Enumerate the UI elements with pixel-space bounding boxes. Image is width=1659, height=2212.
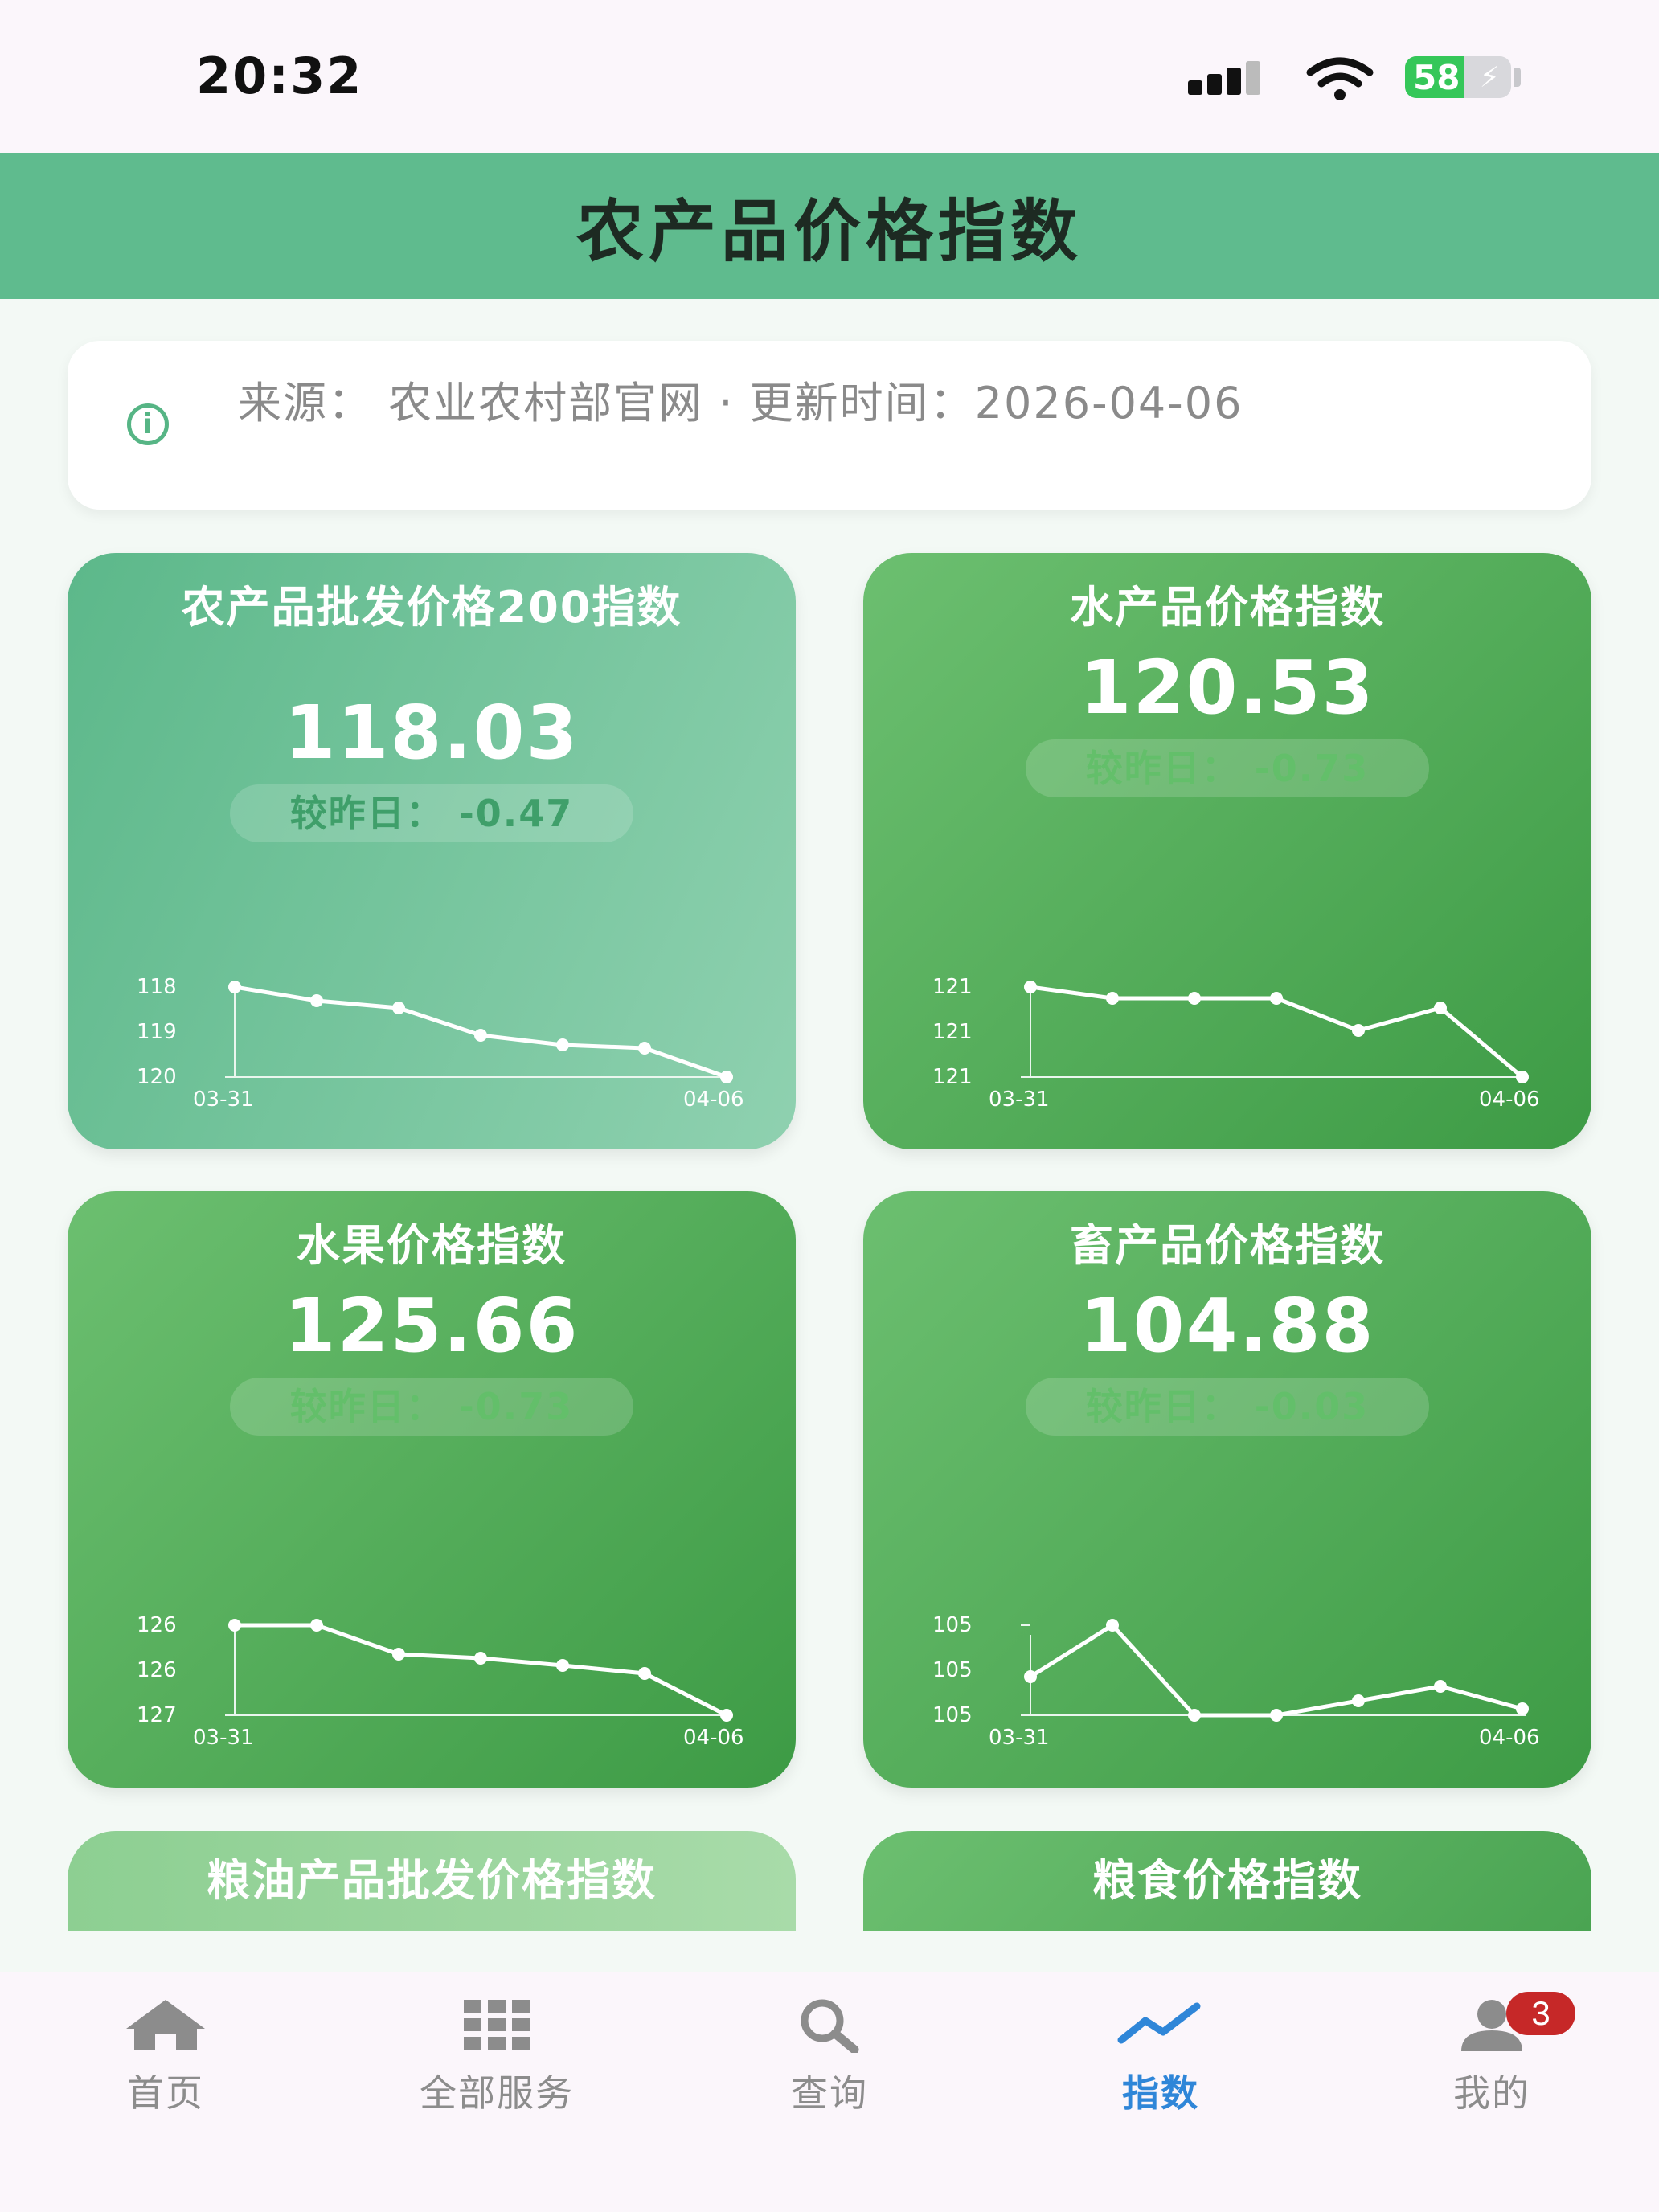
x-tick-label: 03-31 (193, 1088, 254, 1112)
data-point (228, 981, 241, 993)
data-point (720, 1709, 733, 1722)
x-tick-label: 04-06 (1479, 1088, 1540, 1112)
bottom-tab-bar: 首页 全部服务 查询 指数 3 我的 (0, 1972, 1659, 2212)
home-icon (126, 2000, 205, 2050)
data-point (638, 1667, 651, 1680)
data-point (1024, 1670, 1037, 1683)
index-card-fruit[interactable]: 水果价格指数 125.66 较昨日： -0.73 126 126 127 03-… (68, 1191, 796, 1788)
tab-mine[interactable]: 3 我的 (1371, 1992, 1612, 2117)
data-point (1516, 1071, 1529, 1083)
wifi-icon (1306, 57, 1374, 100)
data-point (1352, 1024, 1365, 1037)
tab-index[interactable]: 指数 (1040, 1997, 1281, 2117)
data-point (1270, 1709, 1283, 1722)
tab-label: 指数 (1122, 2071, 1199, 2115)
y-tick-label: 121 (932, 975, 973, 999)
data-point (720, 1071, 733, 1083)
y-tick-label: 121 (932, 1065, 973, 1089)
info-icon: i (127, 403, 169, 445)
source-info-card: i 来源： 农业农村部官网 · 更新时间：2026-04-06 (68, 341, 1591, 510)
data-point (1106, 1619, 1119, 1632)
data-point (638, 1042, 651, 1055)
data-point (1352, 1694, 1365, 1707)
x-tick-label: 04-06 (683, 1088, 744, 1112)
data-point (1106, 992, 1119, 1005)
trend-icon (1117, 2002, 1201, 2044)
y-tick-label: 120 (137, 1065, 177, 1089)
index-card-livestock[interactable]: 畜产品价格指数 104.88 较昨日： -0.03 105 105 105 03… (863, 1191, 1591, 1788)
x-tick-label: 03-31 (989, 1088, 1050, 1112)
notification-badge: 3 (1506, 1992, 1575, 2035)
tab-label: 查询 (791, 2071, 868, 2115)
x-tick-label: 03-31 (989, 1726, 1050, 1750)
search-icon (801, 1999, 859, 2053)
y-tick-label: 126 (137, 1658, 177, 1682)
x-tick-label: 04-06 (683, 1726, 744, 1750)
sparkline-series (235, 1623, 728, 1718)
data-point (1270, 992, 1283, 1005)
cellular-signal-icon (1188, 58, 1273, 95)
index-card-grain[interactable]: 粮食价格指数 (863, 1831, 1591, 1931)
source-info-text: 来源： 农业农村部官网 · 更新时间：2026-04-06 (238, 378, 1243, 428)
data-point (310, 994, 323, 1007)
tab-all-services[interactable]: 全部服务 (376, 1997, 617, 2117)
status-bar: 20:32 58 ⚡ (0, 0, 1659, 153)
tab-search[interactable]: 查询 (709, 1997, 950, 2117)
y-tick-label: 105 (932, 1703, 973, 1727)
tab-label: 全部服务 (420, 2071, 574, 2115)
clock: 20:32 (196, 47, 363, 105)
data-point (1024, 981, 1037, 993)
y-tick-label: 121 (932, 1020, 973, 1044)
data-point (310, 1619, 323, 1632)
sparkline-chart: 121 121 121 03-31 04-06 (932, 975, 1540, 1112)
x-tick-label: 03-31 (193, 1726, 254, 1750)
data-point (392, 1648, 405, 1661)
sparkline-chart: 118 119 120 03-31 04-06 (137, 975, 744, 1112)
x-tick-label: 04-06 (1479, 1726, 1540, 1750)
card-title: 粮油产品批发价格指数 (207, 1855, 657, 1906)
y-tick-label: 118 (137, 975, 177, 999)
battery-level: 58 (1413, 58, 1460, 97)
index-card-grain-oil[interactable]: 粮油产品批发价格指数 (68, 1831, 796, 1931)
y-tick-label: 126 (137, 1613, 177, 1637)
battery-icon: 58 ⚡ (1405, 56, 1511, 98)
page-title: 农产品价格指数 (576, 191, 1083, 271)
sparkline-series (1029, 1622, 1523, 1718)
data-point (556, 1038, 569, 1051)
data-point (474, 1029, 487, 1042)
data-point (1188, 1709, 1201, 1722)
data-point (1434, 1002, 1447, 1014)
page-header: 农产品价格指数 (0, 153, 1659, 299)
data-point (1516, 1702, 1529, 1715)
y-tick-label: 105 (932, 1658, 973, 1682)
tab-label: 首页 (127, 2071, 204, 2115)
tab-label: 我的 (1453, 2071, 1530, 2115)
y-tick-label: 119 (137, 1020, 177, 1044)
grid-icon (464, 2000, 530, 2050)
y-tick-label: 127 (137, 1703, 177, 1727)
index-card-aquatic[interactable]: 水产品价格指数 120.53 较昨日： -0.73 121 121 121 03… (863, 553, 1591, 1149)
data-point (392, 1002, 405, 1014)
data-point (474, 1652, 487, 1665)
sparkline-chart: 126 126 127 03-31 04-06 (137, 1613, 744, 1750)
index-card-agri-200[interactable]: 农产品批发价格200指数 118.03 较昨日： -0.47 118 119 1… (68, 553, 796, 1149)
y-tick-label: 105 (932, 1613, 973, 1637)
sparkline-chart: 105 105 105 03-31 04-06 (932, 1613, 1540, 1750)
data-point (1434, 1680, 1447, 1693)
card-title: 粮食价格指数 (1092, 1855, 1362, 1906)
data-point (228, 1619, 241, 1632)
data-point (556, 1659, 569, 1672)
tab-home[interactable]: 首页 (45, 1997, 286, 2117)
data-point (1188, 992, 1201, 1005)
